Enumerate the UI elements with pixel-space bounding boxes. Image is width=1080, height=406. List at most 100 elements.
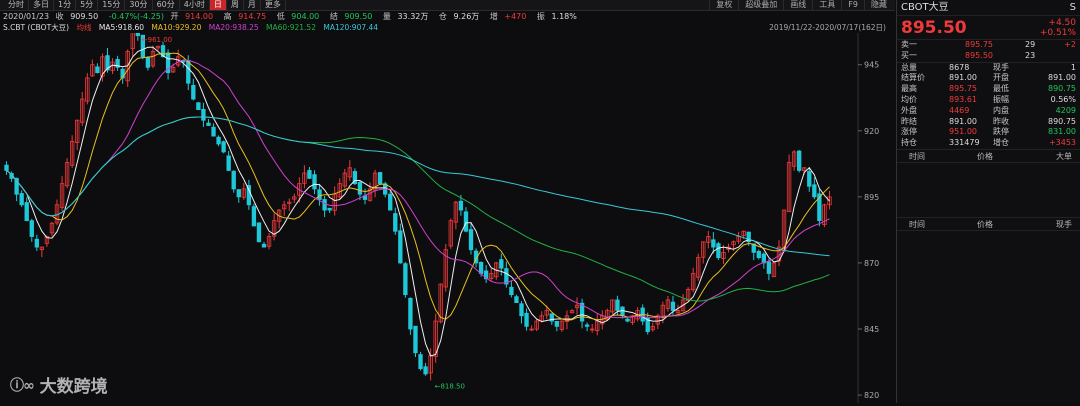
period-tab-2[interactable]: 1分	[54, 0, 77, 10]
stat-value: 890.75	[1048, 84, 1076, 94]
period-tab-11[interactable]: 更多	[261, 0, 286, 10]
candle-body	[24, 202, 29, 222]
period-tab-3[interactable]: 5分	[76, 0, 99, 10]
ask-label: 卖一	[901, 40, 917, 49]
candle-body	[322, 199, 327, 211]
period-tab-10[interactable]: 月	[244, 0, 261, 10]
last-price: 895.50	[901, 18, 967, 38]
period-tab-6[interactable]: 60分	[153, 0, 180, 10]
bid-price: 895.50	[965, 50, 993, 60]
stat-row: 均价 893.61 振幅 0.56%	[897, 95, 1080, 106]
bid-label: 买一	[901, 50, 917, 60]
oi-label: 仓	[438, 12, 447, 21]
low-value: 904.00	[291, 12, 320, 21]
stat-label: 开盘	[993, 73, 1009, 83]
period-tab-0[interactable]: 分时	[4, 0, 29, 10]
candle-body	[756, 250, 761, 259]
stat-label: 持仓	[901, 138, 917, 148]
candle-body	[413, 325, 418, 354]
candle-body	[196, 102, 201, 111]
period-tab-4[interactable]: 15分	[98, 0, 126, 10]
price-change: +4.50	[1048, 18, 1076, 28]
candle-body	[186, 60, 191, 84]
ma-tag[interactable]: 均线	[76, 23, 91, 32]
open-label: 开	[170, 12, 179, 21]
price-change-pct: +0.51%	[1039, 28, 1076, 38]
tool-button-1[interactable]: 超级叠加	[738, 0, 783, 10]
tool-buttons: 复权 超级叠加 画线 工具 F9 隐藏	[709, 0, 893, 10]
stat-label: 增仓	[993, 138, 1009, 148]
amplitude-item: 振 1.18%	[537, 12, 581, 21]
candle-body	[135, 21, 140, 37]
candle-body	[221, 141, 226, 153]
candle-body	[670, 301, 676, 311]
stat-value: 890.75	[1048, 116, 1076, 126]
ma20-legend: MA20:938.25	[208, 23, 259, 32]
close-value: 909.50	[70, 12, 99, 21]
low-label: 低	[276, 12, 285, 21]
stat-value: 0.56%	[1050, 94, 1076, 104]
date-range: 2019/11/22-2020/07/17(162日)	[769, 23, 886, 32]
logo-icon: ⓘ∞	[10, 377, 35, 394]
candle-body	[357, 181, 363, 195]
tool-button-5[interactable]: 隐藏	[864, 0, 893, 10]
panel-title: CBOT大豆 S	[897, 0, 1080, 16]
period-tab-5[interactable]: 30分	[125, 0, 153, 10]
header-cell: 时间	[909, 219, 925, 229]
ma20-line	[6, 59, 830, 319]
quote-panel: CBOT大豆 S 895.50 +4.50 +0.51% 卖一 895.75 2…	[896, 0, 1080, 403]
stat-label: 最低	[993, 84, 1009, 94]
bid-volume: 23	[1025, 50, 1036, 60]
header-cell: 时间	[909, 151, 925, 161]
period-tab-9[interactable]: 周	[227, 0, 244, 10]
ask-volume: 29	[1025, 40, 1036, 49]
bid-row: 买一 895.50 23	[897, 51, 1080, 62]
y-tick-label: 895	[864, 193, 879, 202]
oi-value: 9.26万	[453, 12, 480, 21]
candle-body	[211, 126, 216, 137]
ma-legend-bar: S.CBT (CBOT大豆) 均线 MA5:918.60 MA10:929.20…	[0, 22, 895, 33]
candle-body	[499, 259, 504, 269]
candle-body	[408, 297, 413, 330]
tick-header: 时间 价格 现手	[897, 216, 1080, 231]
header-cell: 价格	[977, 219, 993, 229]
stats-table: 总量 8678 现手 1 结算价 891.00 开盘 891.00 最高 895.75 最低 890.…	[897, 61, 1080, 149]
period-toolbar: 分时 多日 1分 5分 15分 30分 60分 4小时日周月更多 复权 超级叠加 画线 工具 F9 隐藏	[0, 0, 895, 11]
ask-price: 895.75	[965, 40, 993, 49]
candle-body	[524, 312, 529, 327]
stat-row: 最高 895.75 最低 890.75	[897, 84, 1080, 95]
stat-value: 951.00	[949, 127, 977, 137]
period-tab-1[interactable]: 多日	[29, 0, 54, 10]
period-tab-8[interactable]: 日	[209, 0, 227, 10]
ma5-legend: MA5:918.60	[98, 23, 145, 32]
tool-button-2[interactable]: 画线	[783, 0, 812, 10]
tool-button-4[interactable]: F9	[841, 0, 864, 10]
stat-label: 涨停	[901, 127, 917, 137]
stat-value: 895.75	[949, 84, 977, 94]
candle-body	[418, 354, 423, 370]
stat-value: 893.61	[949, 94, 977, 104]
tool-button-3[interactable]: 工具	[812, 0, 841, 10]
period-tab-7[interactable]: 4小时	[180, 0, 210, 10]
ma120-legend: MA120:907.44	[323, 23, 379, 32]
candle-body	[458, 200, 464, 211]
oi-item: 仓 9.26万	[439, 12, 483, 21]
candle-body	[766, 261, 772, 274]
candle-body	[468, 229, 474, 251]
candle-body	[807, 171, 812, 187]
tool-button-0[interactable]: 复权	[709, 0, 738, 10]
candle-body	[377, 172, 383, 185]
candle-body	[620, 306, 625, 317]
info-date: 2020/01/23	[3, 12, 50, 21]
candle-body	[312, 174, 317, 190]
candle-body	[206, 122, 211, 126]
header-cell: 大单	[1056, 151, 1072, 161]
ma10-line	[6, 52, 830, 321]
stat-label: 现手	[993, 62, 1009, 72]
kline-chart[interactable]: 945 920 895 870 845 820 ←961.00 ←818.50	[0, 16, 895, 403]
stat-value: 891.00	[949, 116, 977, 126]
candle-body	[393, 213, 398, 232]
big-order-list	[897, 163, 1080, 217]
kline-svg[interactable]: 945 920 895 870 845 820 ←961.00 ←818.50	[0, 16, 895, 403]
stat-value: 331479	[949, 138, 980, 148]
